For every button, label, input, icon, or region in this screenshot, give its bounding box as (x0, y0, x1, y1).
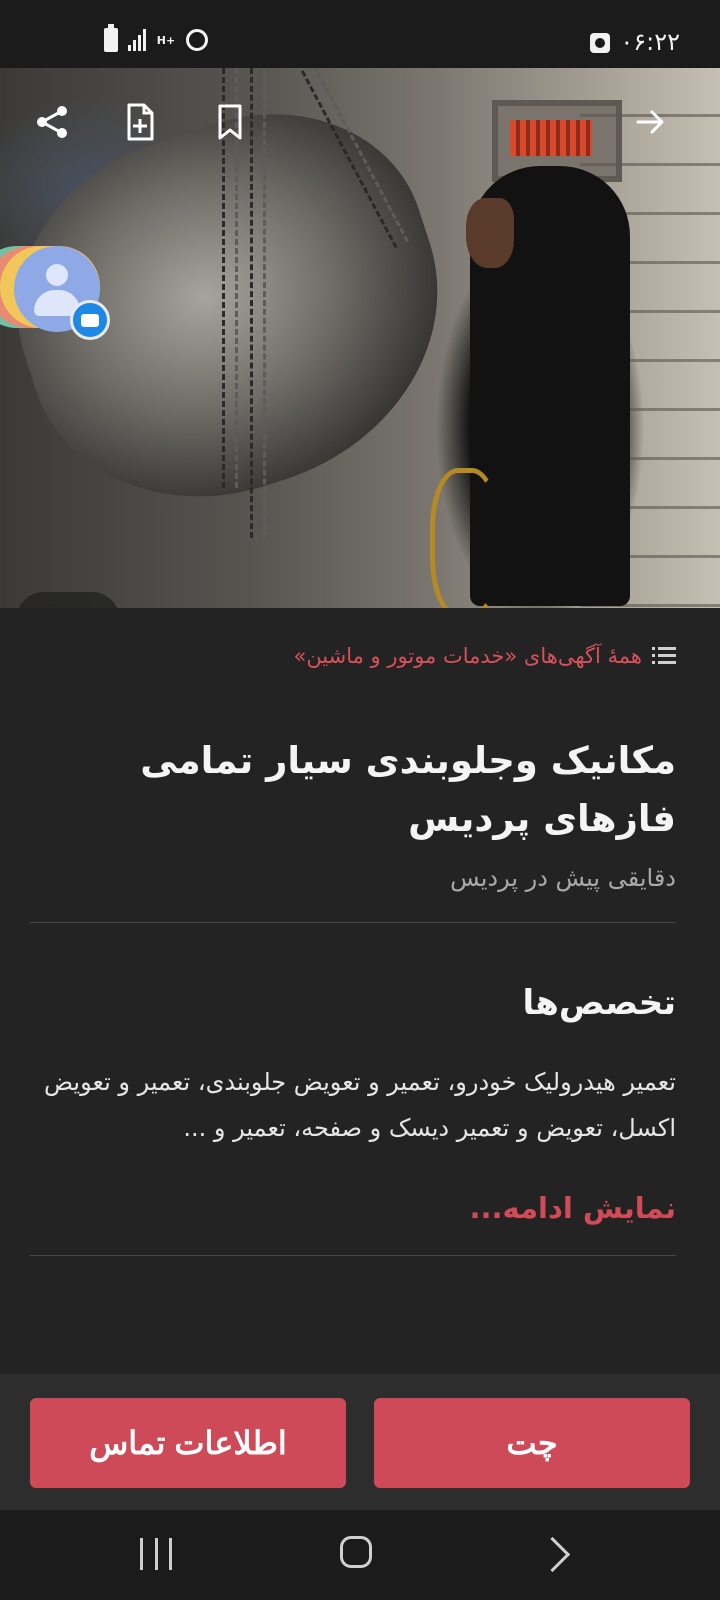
ad-photo[interactable]: ۱۰ (0, 68, 720, 608)
list-icon (652, 647, 676, 665)
ad-details: همهٔ آگهی‌های «خدمات موتور و ماشین» مکان… (30, 608, 676, 1256)
divider (30, 922, 676, 923)
system-nav-bar (0, 1510, 720, 1600)
divider (30, 1255, 676, 1256)
seller-avatar-stack[interactable] (0, 246, 110, 340)
status-bar: H+ ۰۶:۲۲ (0, 0, 720, 68)
alarm-icon (186, 29, 208, 51)
recent-apps-icon[interactable] (140, 1538, 172, 1570)
back-button[interactable] (626, 98, 674, 146)
show-more-link[interactable]: نمایش ادامه... (30, 1191, 676, 1225)
nav-back-icon[interactable] (534, 1536, 571, 1573)
action-bar: چت اطلاعات تماس (0, 1374, 720, 1510)
status-icons: H+ (104, 24, 208, 52)
share-button[interactable] (28, 98, 76, 146)
share-icon (37, 106, 67, 138)
network-type-icon: H+ (156, 33, 176, 47)
contact-info-button[interactable]: اطلاعات تماس (30, 1398, 346, 1488)
status-time: ۰۶:۲۲ (620, 28, 680, 56)
add-note-icon (127, 103, 154, 141)
signal-icon (128, 29, 146, 51)
photo-gallery-button[interactable]: ۱۰ (16, 592, 120, 608)
home-icon[interactable] (340, 1536, 372, 1568)
category-link-label: همهٔ آگهی‌های «خدمات موتور و ماشین» (293, 644, 642, 668)
ad-meta: دقایقی پیش در پردیس (450, 864, 676, 892)
chat-bubble-icon (70, 300, 110, 340)
add-note-button[interactable] (116, 98, 164, 146)
specialties-heading: تخصص‌ها (522, 983, 677, 1023)
specialties-text: تعمیر هیدرولیک خودرو، تعمیر و تعویض جلوب… (44, 1068, 676, 1142)
battery-icon (104, 24, 118, 52)
bookmark-button[interactable] (206, 98, 254, 146)
ad-title: مکانیک وجلوبندی سیار تمامی فازهای پردیس (140, 739, 676, 840)
back-arrow-icon (636, 110, 664, 134)
bookmark-icon (218, 104, 242, 140)
category-link[interactable]: همهٔ آگهی‌های «خدمات موتور و ماشین» (30, 644, 676, 668)
chat-button[interactable]: چت (374, 1398, 690, 1488)
clock-icon (590, 33, 610, 53)
